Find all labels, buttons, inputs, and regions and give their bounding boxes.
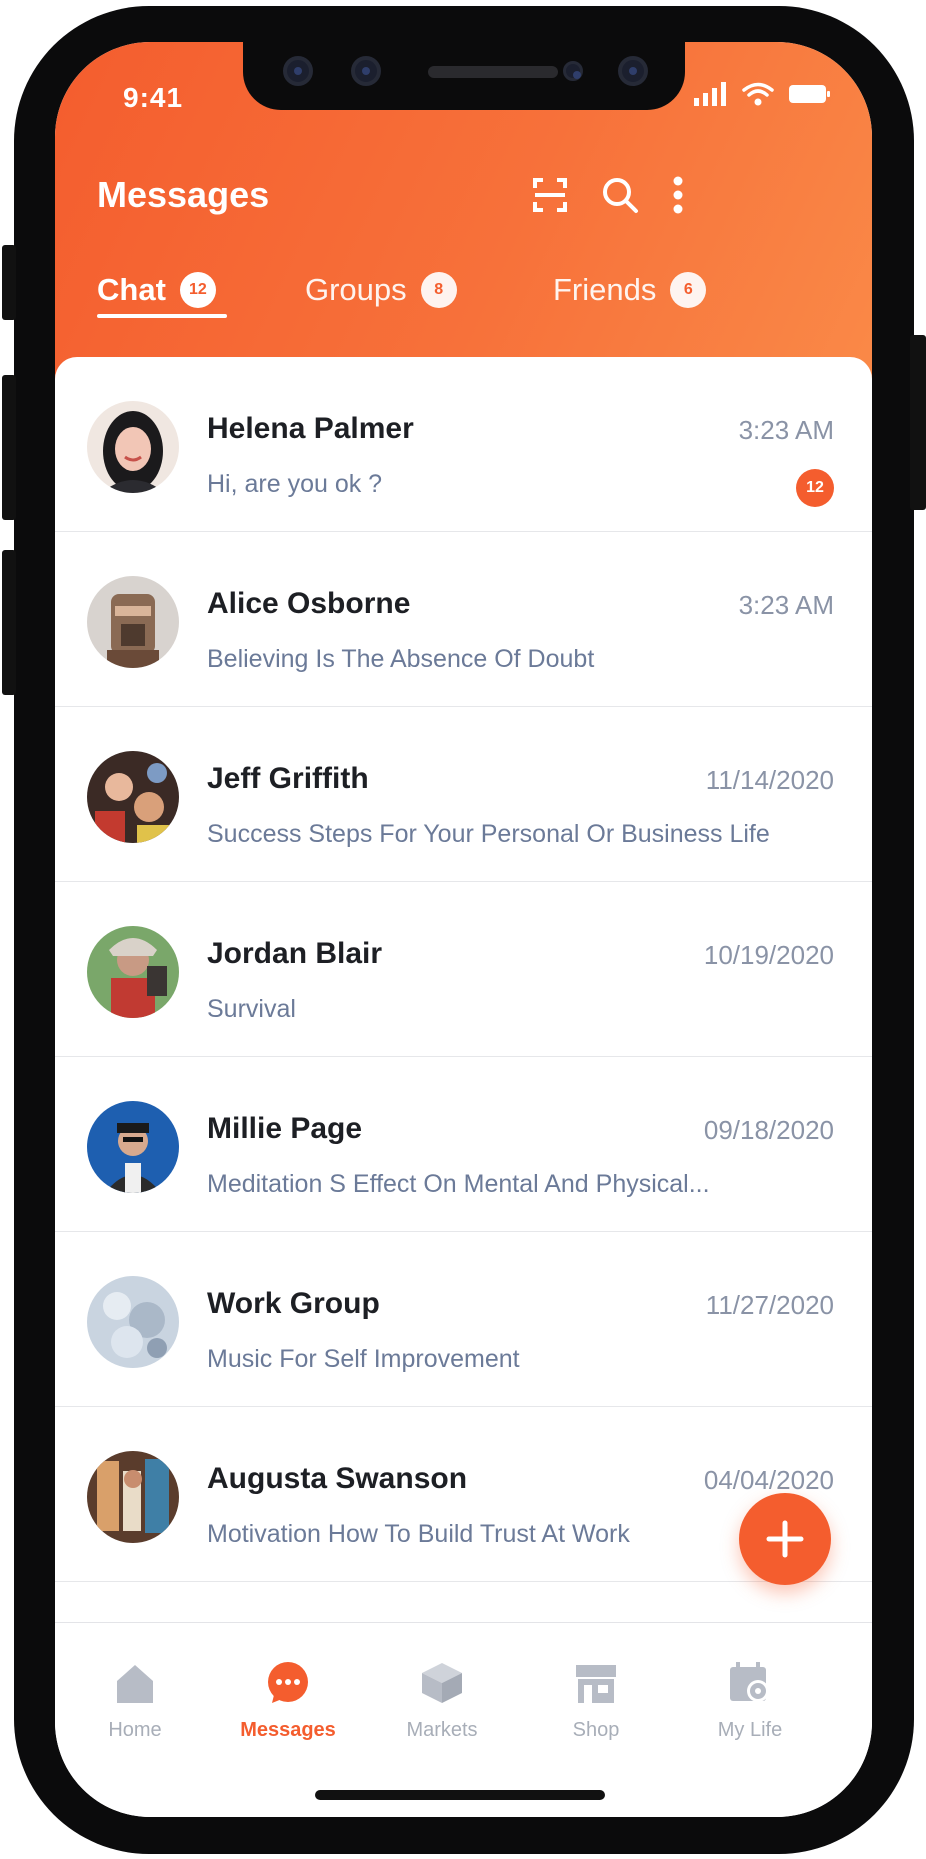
bottom-navigation: Home Messages Markets Shop My Life [55,1622,872,1817]
contact-name: Helena Palmer [207,412,414,445]
home-icon [117,1665,153,1703]
message-preview: Motivation How To Build Trust At Work [207,1520,630,1548]
message-preview: Success Steps For Your Personal Or Busin… [207,820,770,848]
camera-notch [243,42,685,110]
nav-messages[interactable]: Messages [228,1661,348,1742]
tab-label: Friends [553,272,657,307]
avatar [87,576,179,668]
contact-name: Alice Osborne [207,587,411,620]
tab-chat[interactable]: Chat 12 [97,260,216,320]
active-tab-indicator [97,314,227,318]
power-button [910,335,926,510]
calendar-icon [730,1662,769,1702]
nav-markets[interactable]: Markets [382,1661,502,1742]
battery-icon [789,85,830,103]
screen: 9:41 Messages Chat 12 Groups 8 Friends 6… [55,42,872,1817]
tab-badge: 6 [670,272,707,308]
conversation-row[interactable]: Jeff Griffith 11/14/2020 Success Steps F… [55,707,872,882]
avatar [87,401,179,493]
tab-label: Groups [305,272,407,307]
search-icon[interactable] [595,170,645,220]
status-time: 9:41 [123,82,184,113]
message-preview: Music For Self Improvement [207,1345,520,1373]
nav-label: Home [108,1719,162,1741]
conversation-row[interactable]: Jordan Blair 10/19/2020 Survival [55,882,872,1057]
nav-label: Markets [406,1719,478,1741]
message-preview: Survival [207,995,296,1023]
scan-icon[interactable] [525,170,575,220]
signal-icon [694,82,726,106]
store-icon [576,1665,616,1703]
conversation-row[interactable]: Alice Osborne 3:23 AM Believing Is The A… [55,532,872,707]
tab-groups[interactable]: Groups 8 [305,260,457,320]
avatar [87,1276,179,1368]
wifi-icon [742,82,774,106]
nav-label: Messages [240,1719,336,1741]
message-time: 11/27/2020 [705,1290,834,1320]
tab-badge: 8 [420,272,457,308]
conversation-list[interactable]: Helena Palmer 3:23 AM Hi, are you ok ? 1… [55,357,872,1657]
more-vertical-icon[interactable] [653,170,703,220]
contact-name: Jeff Griffith [207,762,369,795]
nav-label: My Life [717,1719,783,1741]
mute-switch [2,245,16,320]
status-icons [694,82,832,106]
conversation-row[interactable]: Helena Palmer 3:23 AM Hi, are you ok ? 1… [55,357,872,532]
tab-label: Chat [97,272,166,307]
message-preview: Believing Is The Absence Of Doubt [207,645,595,673]
unread-badge: 12 [796,469,834,507]
nav-shop[interactable]: Shop [536,1661,656,1742]
nav-label: Shop [572,1719,620,1741]
home-indicator [315,1790,605,1800]
new-message-button[interactable] [739,1493,831,1585]
conversation-row[interactable]: Millie Page 09/18/2020 Meditation S Effe… [55,1057,872,1232]
contact-name: Augusta Swanson [207,1462,468,1495]
chat-bubble-icon [268,1662,308,1703]
page-title: Messages [97,174,270,215]
contact-name: Millie Page [207,1112,363,1145]
message-time: 11/14/2020 [705,765,834,795]
message-preview: Meditation S Effect On Mental And Physic… [207,1170,710,1198]
message-time: 09/18/2020 [703,1115,834,1145]
volume-up-button [2,375,16,520]
message-time: 3:23 AM [738,415,834,445]
avatar [87,1451,179,1543]
avatar [87,926,179,1018]
tab-badge: 12 [179,272,216,308]
message-preview: Hi, are you ok ? [207,470,383,498]
nav-my-life[interactable]: My Life [690,1661,810,1742]
tab-friends[interactable]: Friends 6 [553,260,707,320]
avatar [87,1101,179,1193]
conversation-row[interactable]: Work Group 11/27/2020 Music For Self Imp… [55,1232,872,1407]
contact-name: Jordan Blair [207,937,383,970]
message-time: 3:23 AM [738,590,834,620]
volume-down-button [2,550,16,695]
message-time: 04/04/2020 [703,1465,834,1495]
contact-name: Work Group [207,1287,380,1320]
avatar [87,751,179,843]
message-time: 10/19/2020 [703,940,834,970]
plus-icon [766,1520,804,1558]
nav-home[interactable]: Home [75,1661,195,1742]
box-icon [422,1663,462,1703]
